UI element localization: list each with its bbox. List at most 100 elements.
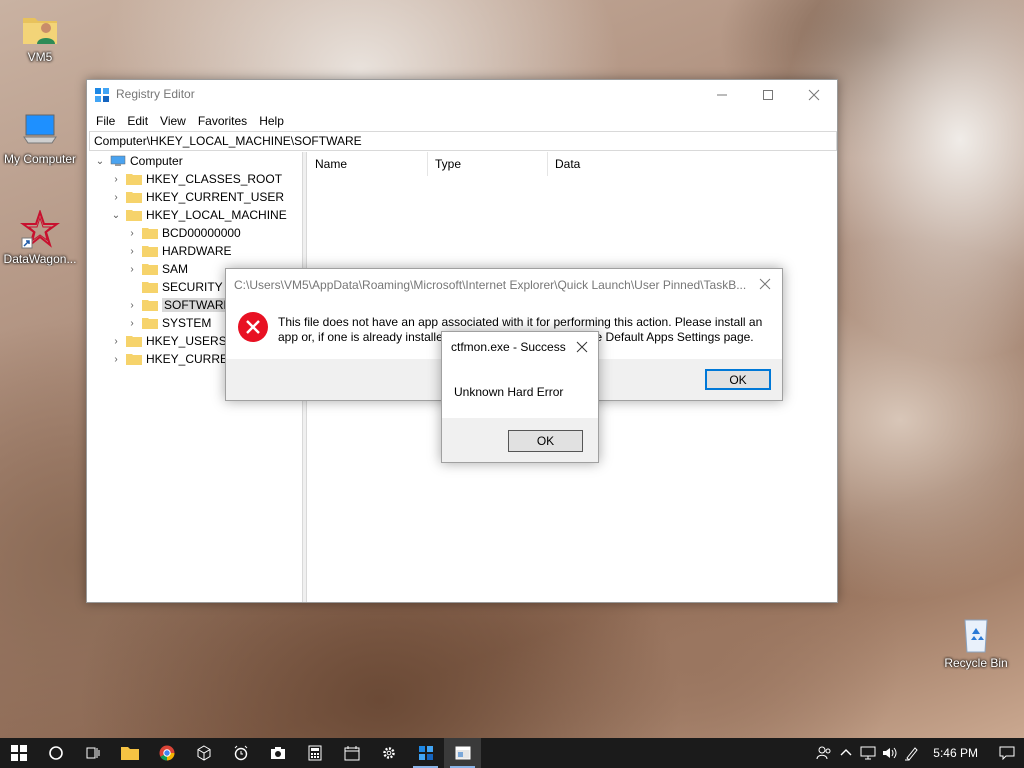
- maximize-button[interactable]: [745, 80, 791, 109]
- column-header-data[interactable]: Data: [548, 152, 837, 176]
- ok-button[interactable]: OK: [705, 369, 771, 390]
- tree-item-hardware[interactable]: › HARDWARE: [125, 242, 232, 260]
- close-button[interactable]: [791, 80, 837, 109]
- chevron-right-icon[interactable]: ›: [125, 300, 139, 311]
- chevron-right-icon[interactable]: ›: [109, 336, 123, 347]
- menu-favorites[interactable]: Favorites: [192, 114, 253, 128]
- action-center-button[interactable]: [990, 738, 1024, 768]
- pen-workspace-button[interactable]: [901, 738, 923, 768]
- chevron-right-icon[interactable]: ›: [125, 264, 139, 275]
- task-view-button[interactable]: [74, 738, 111, 768]
- taskbar-calculator[interactable]: [296, 738, 333, 768]
- close-icon: [808, 89, 820, 100]
- chevron-right-icon[interactable]: ›: [109, 174, 123, 185]
- taskbar-settings[interactable]: [370, 738, 407, 768]
- taskbar-calendar[interactable]: [333, 738, 370, 768]
- close-icon: [576, 341, 588, 353]
- tree-item-hkey-local-machine[interactable]: ⌄ HKEY_LOCAL_MACHINE: [109, 206, 287, 224]
- computer-icon: [110, 155, 126, 166]
- chevron-right-icon[interactable]: ›: [125, 246, 139, 257]
- ok-button[interactable]: OK: [508, 430, 583, 452]
- title-bar[interactable]: Registry Editor: [87, 80, 837, 110]
- menu-file[interactable]: File: [90, 114, 121, 128]
- column-header-type[interactable]: Type: [428, 152, 548, 176]
- menu-help[interactable]: Help: [253, 114, 290, 128]
- chevron-right-icon[interactable]: ›: [125, 318, 139, 329]
- start-button[interactable]: [0, 738, 37, 768]
- menu-view[interactable]: View: [154, 114, 192, 128]
- network-button[interactable]: [857, 738, 879, 768]
- taskbar-3d-viewer[interactable]: [185, 738, 222, 768]
- menu-bar: File Edit View Favorites Help: [87, 110, 837, 132]
- tree-item-bcd00000000[interactable]: › BCD00000000: [125, 224, 241, 242]
- menu-edit[interactable]: Edit: [121, 114, 154, 128]
- network-icon: [860, 746, 876, 760]
- desktop-icon-my-computer[interactable]: My Computer: [0, 110, 80, 166]
- taskbar-camera[interactable]: [259, 738, 296, 768]
- minimize-button[interactable]: [699, 80, 745, 109]
- computer-icon: [20, 110, 60, 150]
- folder-icon: [142, 246, 158, 257]
- maximize-icon: [763, 89, 773, 100]
- tree-item-label: SECURITY: [162, 280, 223, 294]
- taskbar-registry-editor[interactable]: [407, 738, 444, 768]
- column-header-name[interactable]: Name: [308, 152, 428, 176]
- dialog-close-button[interactable]: [754, 274, 776, 294]
- dialog-title: ctfmon.exe - Success: [451, 340, 566, 354]
- chevron-right-icon[interactable]: ›: [109, 192, 123, 203]
- people-button[interactable]: [813, 738, 835, 768]
- recycle-bin-icon: [956, 614, 996, 654]
- tree-item-software[interactable]: › SOFTWARE: [125, 296, 234, 314]
- tree-item-label: HKEY_CURRENT_USER: [146, 190, 285, 204]
- volume-button[interactable]: [879, 738, 901, 768]
- desktop-icon-label: VM5: [27, 50, 53, 64]
- tree-item-system[interactable]: › SYSTEM: [125, 314, 211, 332]
- task-view-icon: [86, 747, 99, 759]
- folder-icon: [126, 354, 142, 365]
- taskbar-clock[interactable]: 5:46 PM: [923, 746, 990, 760]
- tree-item-label: HARDWARE: [162, 244, 232, 258]
- tree-item-computer[interactable]: ⌄ Computer: [93, 152, 183, 170]
- tree-item-label: SYSTEM: [162, 316, 212, 330]
- folder-icon: [142, 282, 158, 293]
- chevron-right-icon[interactable]: ›: [109, 354, 123, 365]
- tree-item-label: HKEY_LOCAL_MACHINE: [146, 208, 287, 222]
- tree-item-hkey-current-user[interactable]: › HKEY_CURRENT_USER: [109, 188, 284, 206]
- taskbar-file-explorer[interactable]: [111, 738, 148, 768]
- chevron-down-icon[interactable]: ⌄: [93, 156, 107, 167]
- alarms-icon: [234, 745, 247, 761]
- tree-item-label: SAM: [162, 262, 189, 276]
- address-bar[interactable]: Computer\HKEY_LOCAL_MACHINE\SOFTWARE: [89, 131, 837, 151]
- desktop-icon-vm5[interactable]: VM5: [0, 8, 80, 64]
- desktop-icon-datawagon[interactable]: DataWagon...: [0, 208, 80, 266]
- tree-item-label: BCD00000000: [162, 226, 241, 240]
- taskbar-chrome[interactable]: [148, 738, 185, 768]
- tree-item-sam[interactable]: › SAM: [125, 260, 188, 278]
- cortana-button[interactable]: [37, 738, 74, 768]
- system-tray: 5:46 PM: [813, 738, 1024, 768]
- desktop-icon-recycle-bin[interactable]: Recycle Bin: [936, 614, 1016, 670]
- registry-editor-icon: [418, 746, 433, 760]
- success-dialog[interactable]: ctfmon.exe - Success Unknown Hard Error …: [441, 331, 599, 463]
- tree-item-hkey-users[interactable]: › HKEY_USERS: [109, 332, 226, 350]
- folder-icon: [126, 336, 142, 347]
- tree-item-label: SOFTWARE: [162, 298, 234, 312]
- dialog-window-icon: [455, 746, 470, 760]
- folder-icon: [142, 228, 158, 239]
- error-icon: [237, 311, 269, 346]
- taskbar: 5:46 PM: [0, 738, 1024, 768]
- folder-icon: [142, 318, 158, 329]
- values-list-header: Name Type Data: [308, 152, 837, 176]
- dialog-close-button[interactable]: [571, 337, 593, 357]
- tree-item-security[interactable]: SECURITY: [125, 278, 223, 296]
- chevron-down-icon[interactable]: ⌄: [109, 210, 123, 221]
- camera-icon: [270, 747, 285, 759]
- dialog-title: C:\Users\VM5\AppData\Roaming\Microsoft\I…: [234, 278, 747, 292]
- chevron-up-icon: [840, 749, 852, 756]
- close-icon: [759, 278, 771, 290]
- chevron-right-icon[interactable]: ›: [125, 228, 139, 239]
- taskbar-dialog-window[interactable]: [444, 738, 481, 768]
- tree-item-hkey-classes-root[interactable]: › HKEY_CLASSES_ROOT: [109, 170, 282, 188]
- taskbar-alarms[interactable]: [222, 738, 259, 768]
- show-hidden-icons-button[interactable]: [835, 738, 857, 768]
